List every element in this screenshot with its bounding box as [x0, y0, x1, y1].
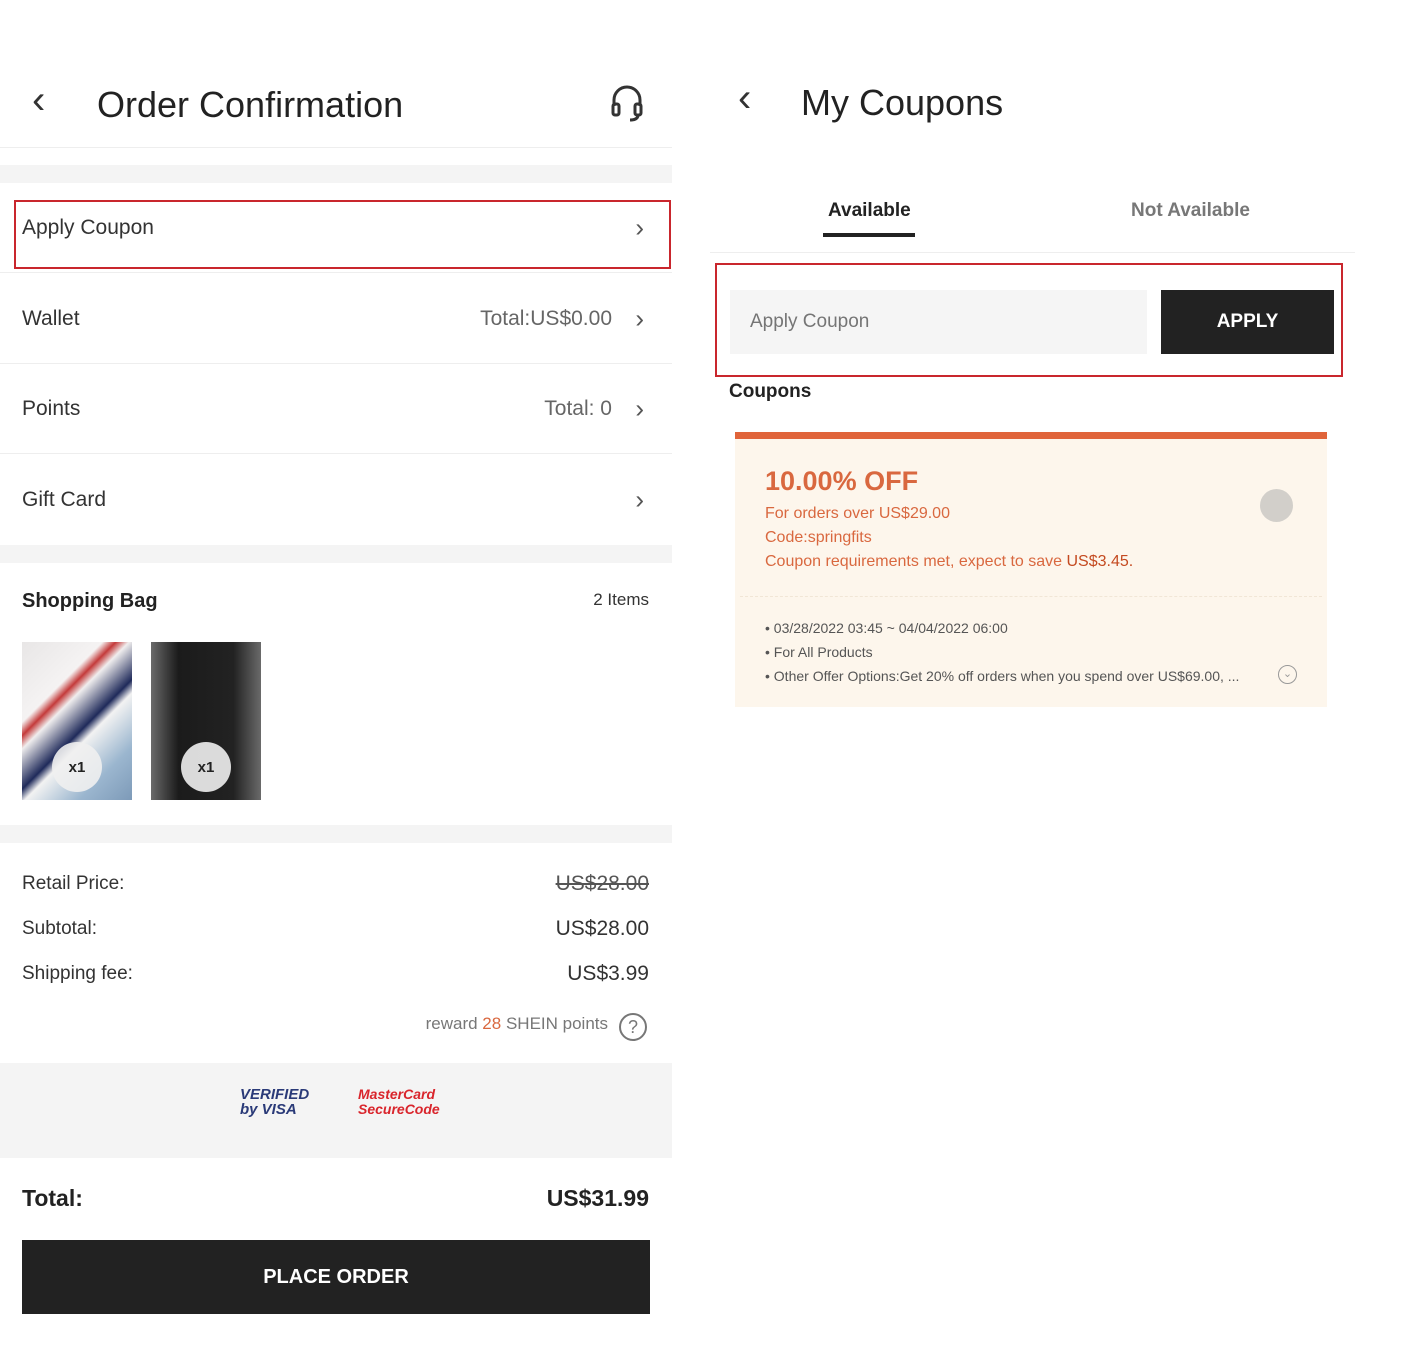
tab-not-available[interactable]: Not Available [1131, 200, 1250, 222]
points-row[interactable]: Points Total: 0 › [0, 364, 672, 454]
product-thumbnail[interactable]: x1 [22, 642, 132, 800]
quantity-badge: x1 [181, 742, 231, 792]
detail-text: For All Products [773, 644, 873, 660]
item-count: 2 Items [593, 590, 649, 609]
back-icon[interactable]: ‹ [738, 76, 751, 121]
retail-price-value: US$28.00 [555, 872, 649, 895]
select-radio[interactable] [1260, 489, 1293, 522]
row-label: Gift Card [22, 488, 107, 511]
tab-available[interactable]: Available [828, 200, 911, 222]
coupon-detail: • 03/28/2022 03:45 ~ 04/04/2022 06:00 [765, 620, 1008, 636]
row-label: Wallet [22, 306, 80, 330]
headset-icon[interactable] [610, 84, 644, 122]
coupon-note: Coupon requirements met, expect to save … [765, 553, 1133, 571]
back-icon[interactable]: ‹ [32, 78, 45, 123]
place-order-button[interactable]: PLACE ORDER [22, 1240, 650, 1314]
coupon-note-text: Coupon requirements met, expect to save [765, 553, 1063, 570]
mastercard-securecode-logo: MasterCard SecureCode [358, 1086, 440, 1117]
shipping-value: US$3.99 [567, 962, 649, 985]
shopping-bag-title: Shopping Bag [22, 590, 158, 612]
product-thumbnail[interactable]: x1 [151, 642, 261, 800]
reward-post: SHEIN points [505, 1014, 608, 1033]
retail-price-label: Retail Price: [22, 873, 125, 894]
row-value: Total: 0 [544, 396, 612, 420]
row-value: Total:US$0.00 [480, 306, 612, 330]
highlight-box [715, 263, 1343, 377]
subtotal-label: Subtotal: [22, 918, 97, 939]
detail-text: 03/28/2022 03:45 ~ 04/04/2022 06:00 [773, 620, 1008, 636]
chevron-right-icon: › [635, 484, 644, 515]
quantity-badge: x1 [52, 742, 102, 792]
gift-card-row[interactable]: Gift Card › [0, 455, 672, 545]
row-label: Points [22, 396, 81, 420]
wallet-row[interactable]: Wallet Total:US$0.00 › [0, 274, 672, 364]
help-icon[interactable]: ? [619, 1013, 647, 1041]
highlight-box [14, 200, 671, 269]
coupon-detail: • For All Products [765, 644, 873, 660]
total-value: US$31.99 [546, 1185, 649, 1211]
coupons-section-title: Coupons [729, 381, 812, 402]
page-title: Order Confirmation [97, 84, 404, 125]
payment-badges: VERIFIED by VISA MasterCard SecureCode [0, 1063, 672, 1158]
expand-chevron-icon[interactable]: ⌄ [1278, 665, 1297, 684]
coupon-discount: 10.00% OFF [765, 466, 919, 496]
reward-points: 28 [482, 1014, 502, 1033]
active-tab-indicator [823, 233, 915, 237]
coupon-save: US$3.45. [1066, 553, 1134, 570]
coupon-detail: • Other Offer Options:Get 20% off orders… [765, 668, 1240, 684]
subtotal-value: US$28.00 [555, 917, 649, 940]
reward-pre: reward [425, 1014, 478, 1033]
chevron-right-icon: › [635, 393, 644, 423]
coupon-code: Code:springfits [765, 529, 872, 546]
chevron-right-icon: › [635, 303, 644, 333]
total-label: Total: [22, 1185, 83, 1211]
verified-by-visa-logo: VERIFIED by VISA [240, 1086, 310, 1118]
page-title: My Coupons [801, 82, 1004, 123]
detail-text: Other Offer Options:Get 20% off orders w… [773, 668, 1240, 684]
shipping-label: Shipping fee: [22, 963, 133, 984]
reward-text: reward 28 SHEIN points [426, 1014, 608, 1034]
coupon-min: For orders over US$29.00 [765, 505, 950, 522]
